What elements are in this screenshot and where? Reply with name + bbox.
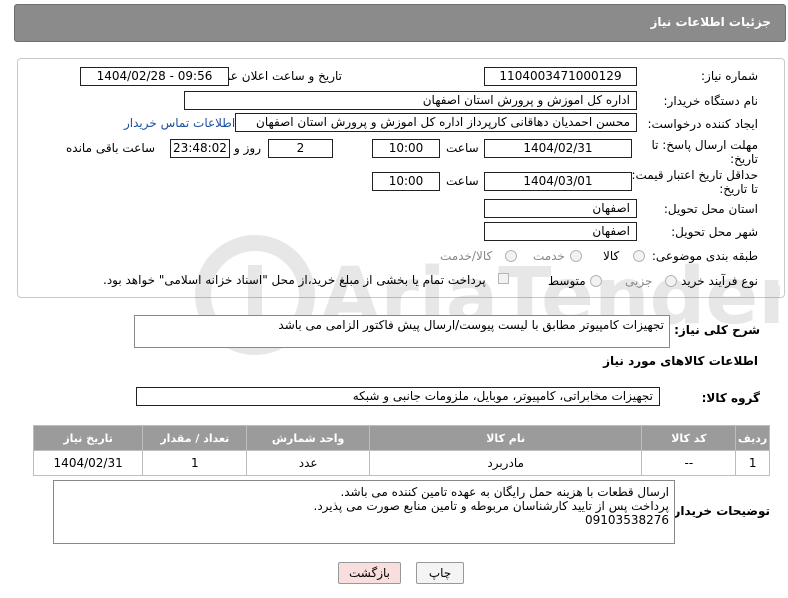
goods-group-label: گروه کالا: — [701, 391, 760, 405]
buyer-notes-line-2: پرداخت پس از تایید کارشناسان مربوطه و تا… — [313, 499, 670, 513]
col-qty: تعداد / مقدار — [142, 425, 248, 451]
col-name: نام کالا — [368, 425, 643, 451]
goods-table-header: ردیف کد کالا نام کالا واحد شمارش تعداد /… — [32, 425, 770, 451]
days-remaining-field: 2 — [268, 139, 333, 158]
category-both-label: کالا/خدمت — [440, 249, 493, 263]
treasury-payment-note: پرداخت تمام یا بخشی از مبلغ خرید،از محل … — [103, 273, 486, 287]
province-label: استان محل تحویل: — [663, 202, 758, 216]
city-label: شهر محل تحویل: — [671, 225, 758, 239]
validity-label-line2: تا تاریخ: — [719, 182, 758, 196]
goods-group-field: تجهیزات مخابراتی، کامپیوتر، موبایل، ملزو… — [136, 387, 660, 406]
deadline-label-line2: تاریخ: — [730, 152, 758, 166]
category-goods-label: کالا — [603, 249, 620, 263]
deadline-time-label: ساعت — [446, 141, 479, 155]
back-button[interactable]: بازگشت — [338, 562, 401, 584]
category-goods-radio[interactable] — [633, 250, 645, 262]
process-minor-radio[interactable] — [665, 275, 677, 287]
validity-time-field: 10:00 — [372, 172, 440, 191]
buyer-notes-textarea[interactable]: ارسال قطعات با هزینه حمل رایگان به عهده … — [53, 480, 675, 544]
category-service-label: خدمت — [533, 249, 565, 263]
process-medium-radio[interactable] — [590, 275, 602, 287]
process-medium-label: متوسط — [548, 274, 586, 288]
print-button[interactable]: چاپ — [416, 562, 464, 584]
description-textarea[interactable]: تجهیزات کامپیوتر مطابق با لیست پیوست/ارس… — [134, 315, 670, 348]
cell-qty: 1 — [142, 450, 248, 476]
col-code: کد کالا — [641, 425, 737, 451]
category-both-radio[interactable] — [505, 250, 517, 262]
cell-date: 1404/02/31 — [32, 450, 144, 476]
cell-unit: عدد — [246, 450, 370, 476]
validity-time-label: ساعت — [446, 174, 479, 188]
process-minor-label: جزیی — [625, 274, 653, 288]
buyer-notes-label: توضیحات خریدار: — [668, 504, 770, 518]
remaining-label: ساعت باقی مانده — [66, 141, 156, 155]
province-field: اصفهان — [484, 199, 637, 218]
need-number-label: شماره نیاز: — [701, 69, 758, 83]
need-number-field: 1104003471000129 — [484, 67, 637, 86]
buyer-contact-link[interactable]: اطلاعات تماس خریدار — [124, 116, 235, 130]
col-date: تاریخ نیاز — [32, 425, 144, 451]
validity-label-line1: حداقل تاریخ اعتبار قیمت: — [631, 168, 758, 182]
cell-row: 1 — [735, 450, 770, 476]
goods-section-title: اطلاعات کالاهای مورد نیاز — [603, 354, 758, 368]
cell-code: -- — [641, 450, 737, 476]
buyer-notes-line-3: 09103538276 — [585, 513, 669, 527]
buyer-field: اداره کل اموزش و پرورش استان اصفهان — [184, 91, 637, 110]
page-title: جزئیات اطلاعات نیاز — [650, 15, 771, 29]
days-label: روز و — [234, 141, 261, 155]
creator-field: محسن احمدیان دهاقانی کارپرداز اداره کل ا… — [235, 113, 637, 132]
buyer-label: نام دستگاه خریدار: — [663, 94, 759, 108]
creator-label: ایجاد کننده درخواست: — [647, 117, 758, 131]
deadline-time-field: 10:00 — [372, 139, 440, 158]
validity-date-field: 1404/03/01 — [484, 172, 632, 191]
deadline-label-line1: مهلت ارسال پاسخ: تا — [651, 138, 758, 152]
treasury-payment-checkbox[interactable] — [498, 273, 509, 284]
announce-field: 1404/02/28 - 09:56 — [80, 67, 229, 86]
remaining-time-field: 23:48:02 — [170, 139, 230, 158]
process-label: نوع فرآیند خرید : — [673, 274, 758, 288]
col-row: ردیف — [735, 425, 770, 451]
goods-table: ردیف کد کالا نام کالا واحد شمارش تعداد /… — [32, 425, 770, 476]
cell-name: مادربرد — [368, 450, 643, 476]
category-label: طبقه بندی موضوعی: — [651, 249, 758, 263]
deadline-date-field: 1404/02/31 — [484, 139, 632, 158]
description-label: شرح کلی نیاز: — [674, 323, 760, 337]
page-header: جزئیات اطلاعات نیاز — [14, 4, 786, 42]
col-unit: واحد شمارش — [246, 425, 370, 451]
buyer-notes-line-1: ارسال قطعات با هزینه حمل رایگان به عهده … — [340, 485, 669, 499]
table-row: 1 -- مادربرد عدد 1 1404/02/31 — [32, 450, 770, 476]
category-service-radio[interactable] — [570, 250, 582, 262]
city-field: اصفهان — [484, 222, 637, 241]
